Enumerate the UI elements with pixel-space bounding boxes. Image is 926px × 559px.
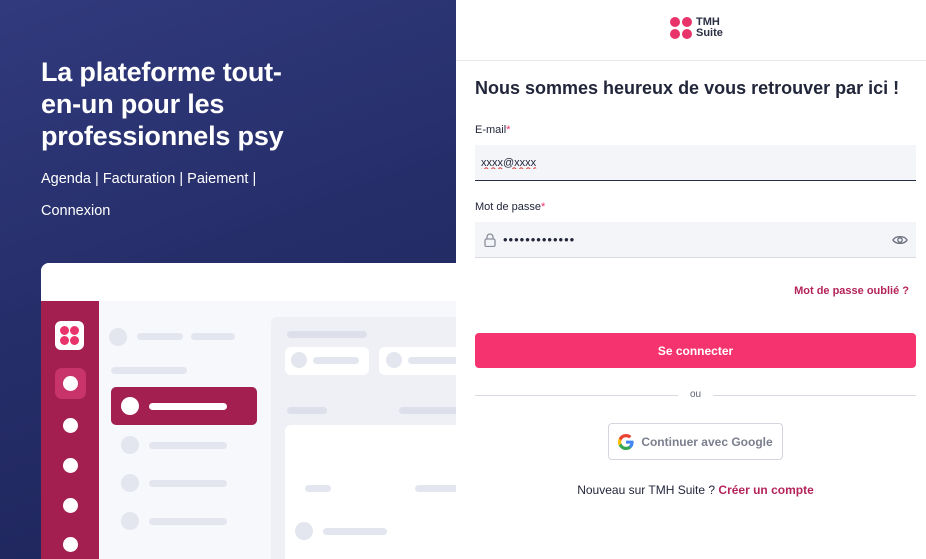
brand-logo: TMH Suite [670, 17, 723, 39]
preview-content [99, 301, 456, 559]
brand-line-2: Suite [696, 27, 723, 39]
email-label: E-mail* [475, 124, 511, 136]
brand-name: TMH Suite [696, 17, 723, 39]
signup-link[interactable]: Créer un compte [718, 483, 813, 497]
login-panel: TMH Suite Nous sommes heureux de vous re… [456, 0, 926, 559]
preview-nav-dot [63, 376, 78, 391]
lock-icon [484, 233, 496, 247]
hero-subtitle: Agenda | Facturation | Paiement | Connex… [41, 171, 257, 219]
password-input[interactable] [503, 222, 883, 257]
password-label: Mot de passe* [475, 201, 546, 213]
preview-nav-dot [63, 458, 78, 473]
signup-row: Nouveau sur TMH Suite ? Créer un compte [456, 483, 926, 497]
app-preview-illustration [41, 263, 456, 559]
password-field [475, 222, 916, 258]
hero-title: La plateforme tout-en-un pour les profes… [41, 57, 284, 151]
preview-nav-dot [63, 498, 78, 513]
brand-mark-icon [670, 17, 692, 39]
separator-line [713, 395, 916, 396]
preview-topbar [41, 263, 456, 301]
email-field [475, 145, 916, 181]
preview-sidebar [41, 301, 99, 559]
page-title: Nous sommes heureux de vous retrouver pa… [475, 78, 900, 98]
forgot-password-link[interactable]: Mot de passe oublié ? [794, 285, 909, 297]
required-mark: * [506, 124, 511, 136]
preview-nav-dot [63, 418, 78, 433]
google-button-label: Continuer avec Google [641, 434, 773, 449]
header-divider [456, 60, 926, 61]
login-button[interactable]: Se connecter [475, 333, 916, 368]
email-input[interactable] [481, 145, 901, 180]
hero-panel: La plateforme tout-en-un pour les profes… [0, 0, 456, 559]
google-icon [618, 433, 634, 450]
preview-logo [55, 321, 84, 350]
google-login-button[interactable]: Continuer avec Google [608, 423, 783, 460]
required-mark: * [541, 201, 546, 213]
preview-active-row [111, 387, 257, 425]
preview-nav-dot [63, 537, 78, 552]
eye-icon[interactable] [892, 234, 908, 246]
signup-prompt: Nouveau sur TMH Suite ? [577, 483, 716, 497]
